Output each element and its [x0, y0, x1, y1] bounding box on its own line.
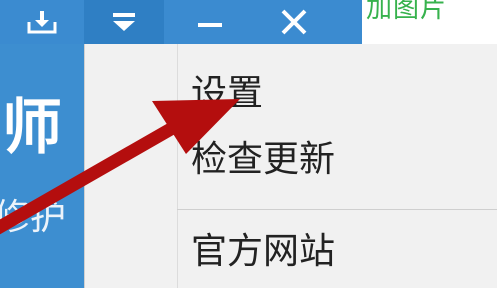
background-content-strip: 加图片	[362, 0, 497, 44]
minimize-icon	[197, 9, 223, 35]
menu-item-check-update[interactable]: 检查更新	[191, 138, 335, 182]
background-text-fragment: 加图片	[366, 0, 448, 24]
app-title-fragment: 师	[2, 93, 62, 163]
dropdown-menu: 设置 检查更新 官方网站	[84, 44, 497, 288]
minimize-button[interactable]	[182, 0, 238, 44]
menu-separator	[177, 209, 497, 210]
close-icon	[280, 8, 308, 36]
title-bar	[0, 0, 362, 44]
menu-dropdown-icon	[111, 11, 137, 33]
menu-dropdown-button[interactable]	[84, 0, 164, 44]
menu-item-official-site[interactable]: 官方网站	[191, 230, 335, 274]
download-button[interactable]	[0, 0, 84, 44]
close-button[interactable]	[266, 0, 322, 44]
menu-gutter-divider	[177, 44, 178, 288]
download-icon	[27, 9, 57, 35]
app-subtitle-fragment: 修护	[0, 197, 67, 238]
menu-item-settings[interactable]: 设置	[191, 72, 263, 116]
